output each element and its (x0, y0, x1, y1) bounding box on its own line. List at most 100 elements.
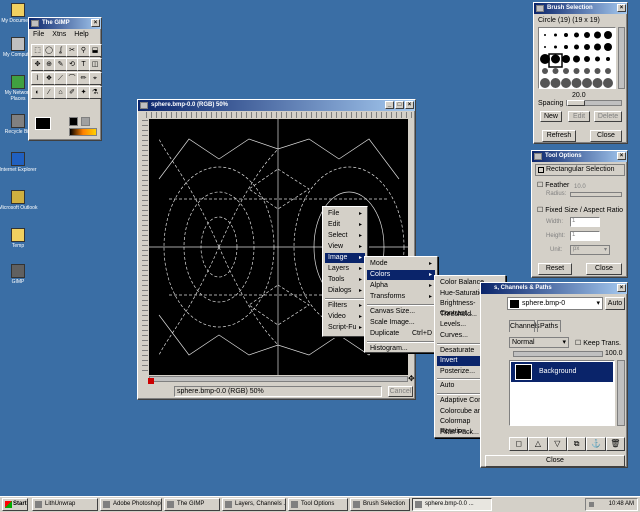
close-icon[interactable]: × (91, 19, 100, 27)
tool-options-titlebar[interactable]: Tool Options × (532, 151, 627, 162)
menu-item[interactable]: Alpha ▸ (367, 281, 435, 291)
edit-brush-button[interactable]: Edit (568, 111, 590, 122)
horizontal-scrollbar[interactable] (149, 376, 408, 382)
brush-thumbnail[interactable] (544, 34, 546, 36)
brush-thumbnail[interactable] (605, 68, 611, 74)
brush-thumbnail[interactable] (606, 57, 610, 61)
taskbar-button[interactable]: Adobe Photoshop (100, 498, 162, 511)
vertical-ruler[interactable] (142, 119, 148, 375)
radius-slider[interactable] (570, 192, 622, 197)
minimize-icon[interactable]: _ (385, 101, 394, 109)
brush-thumbnail[interactable] (584, 68, 590, 74)
brush-thumbnail[interactable] (584, 32, 590, 38)
brush-thumbnail[interactable] (592, 78, 603, 88)
menu-xtns[interactable]: Xtns (52, 31, 66, 38)
taskbar-button[interactable]: Tool Options (288, 498, 348, 511)
brush-thumbnail[interactable] (563, 68, 569, 74)
menu-item[interactable]: Edit ▸ (325, 220, 365, 230)
layers-close-button[interactable]: Close (485, 455, 625, 467)
brush-thumbnail[interactable] (604, 31, 612, 39)
brush-thumbnail[interactable] (571, 78, 582, 88)
anchor-icon[interactable]: ⚓ (586, 437, 606, 451)
start-button[interactable]: Start (2, 498, 28, 511)
brush-thumbnail[interactable] (554, 33, 557, 37)
refresh-button[interactable]: Refresh (542, 130, 576, 142)
menu-item[interactable]: Canvas Size... (367, 307, 435, 317)
raise-layer-icon[interactable]: △ (528, 437, 548, 451)
auto-button[interactable]: Auto (605, 297, 625, 310)
brush-thumbnail[interactable] (594, 31, 601, 39)
desktop-icon[interactable]: Temp (0, 228, 38, 249)
menu-help[interactable]: Help (74, 31, 88, 38)
brush-thumbnail[interactable] (551, 54, 560, 64)
menu-item[interactable]: Image ▸ (325, 253, 365, 263)
toolbox-titlebar[interactable]: The GIMP × (29, 18, 101, 29)
brush-grid[interactable] (538, 27, 616, 89)
maximize-icon[interactable]: □ (395, 101, 404, 109)
brush-thumbnail[interactable] (544, 46, 546, 48)
brush-thumbnail[interactable] (604, 43, 612, 51)
taskbar-button[interactable]: Layers, Channels ... (222, 498, 286, 511)
menu-item[interactable]: Filters ▸ (325, 301, 365, 311)
brush-thumbnail[interactable] (595, 56, 600, 62)
brush-thumbnail[interactable] (561, 78, 571, 88)
brush-thumbnail[interactable] (542, 68, 548, 74)
brush-scrollbar[interactable] (618, 27, 625, 89)
brush-thumbnail[interactable] (554, 45, 557, 49)
delete-brush-button[interactable]: Delete (594, 111, 622, 122)
menu-item[interactable]: View ▸ (325, 242, 365, 252)
taskbar-button[interactable]: sphere.bmp-0.0 ... (412, 498, 492, 511)
brush-thumbnail[interactable] (574, 32, 579, 38)
layer-row[interactable]: Background (511, 362, 613, 382)
tool-button-icon[interactable]: ⬓ (88, 44, 102, 57)
menu-item[interactable]: Mode ▸ (367, 259, 435, 269)
menu-item[interactable]: Transforms ▸ (367, 292, 435, 302)
taskbar-button[interactable]: The GIMP (164, 498, 220, 511)
brush-preview[interactable] (69, 117, 78, 126)
tool-button-icon[interactable]: ◫ (88, 58, 102, 71)
opacity-slider[interactable] (513, 351, 603, 357)
menu-item[interactable]: Dialogs ▸ (325, 286, 365, 296)
menu-item[interactable]: Video ▸ (325, 312, 365, 322)
new-brush-button[interactable]: New (540, 111, 562, 122)
menu-item[interactable]: File ▸ (325, 209, 365, 219)
desktop-icon[interactable]: Internet Explorer (0, 152, 38, 173)
brush-thumbnail[interactable] (550, 78, 561, 88)
brush-close-button[interactable]: Close (590, 130, 622, 142)
menu-item[interactable]: Colors ▸ (367, 270, 435, 280)
gradient-preview[interactable] (69, 128, 97, 136)
brush-thumbnail[interactable] (573, 55, 580, 63)
desktop-icon[interactable]: GIMP (0, 264, 38, 285)
feather-checkbox[interactable]: ☐ Feather (537, 181, 569, 189)
menu-item[interactable]: Select ▸ (325, 231, 365, 241)
navigate-icon[interactable]: ✥ (408, 375, 415, 383)
menu-file[interactable]: File (33, 31, 44, 38)
brush-thumbnail[interactable] (540, 78, 550, 88)
layer-list-scrollbar[interactable] (617, 360, 625, 426)
tool-button-icon[interactable]: ⚗ (88, 86, 102, 99)
tool-button-icon[interactable]: ⌖ (88, 72, 102, 85)
brush-thumbnail[interactable] (603, 78, 613, 88)
brush-thumbnail[interactable] (584, 56, 590, 62)
tab-channels[interactable]: Channels (509, 320, 540, 332)
menu-item[interactable]: Layers ▸ (325, 264, 365, 274)
horizontal-ruler[interactable] (142, 112, 412, 118)
layers-titlebar[interactable]: s, Channels & Paths × (481, 283, 627, 294)
brush-titlebar[interactable]: Brush Selection × (534, 3, 627, 14)
image-titlebar[interactable]: sphere.bmp-0.0 (RGB) 50% _ □ × (138, 100, 415, 111)
desktop-icon[interactable]: Microsoft Outlook (0, 190, 38, 211)
brush-thumbnail[interactable] (562, 55, 570, 63)
taskbar-button[interactable]: Brush Selection (350, 498, 410, 511)
brush-thumbnail[interactable] (564, 45, 568, 49)
duplicate-layer-icon[interactable]: ⧉ (566, 437, 587, 451)
menu-item[interactable]: Histogram... (367, 344, 435, 354)
keep-trans-checkbox[interactable]: ☐ Keep Trans. (575, 339, 621, 347)
brush-thumbnail[interactable] (594, 68, 601, 74)
brush-thumbnail[interactable] (582, 78, 592, 88)
height-input[interactable]: 1 (570, 231, 600, 241)
lower-layer-icon[interactable]: ▽ (547, 437, 567, 451)
unit-select[interactable]: px ▾ (570, 245, 610, 255)
brush-thumbnail[interactable] (573, 68, 580, 74)
close-icon[interactable]: × (405, 101, 414, 109)
spacing-slider[interactable] (566, 100, 622, 106)
